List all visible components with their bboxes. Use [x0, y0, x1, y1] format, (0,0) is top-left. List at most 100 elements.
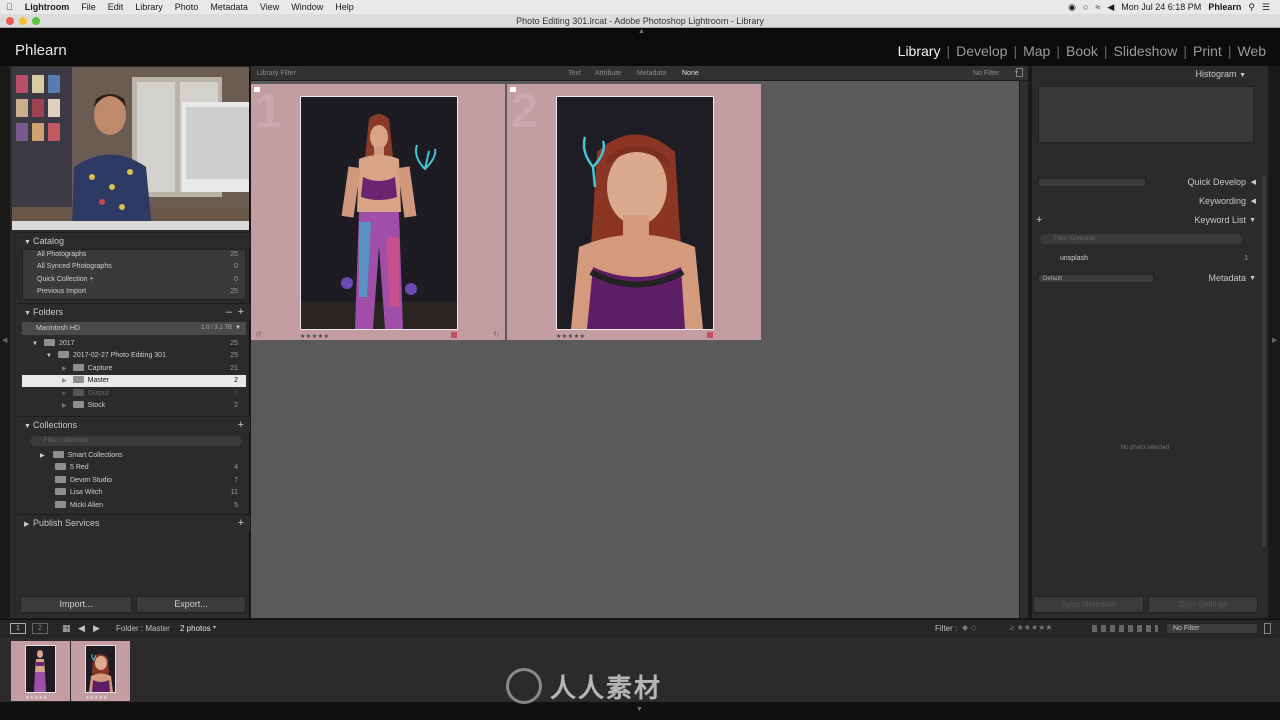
folder-disclosure-icon[interactable]: ▼ [46, 353, 52, 359]
list-icon[interactable]: ☰ [1262, 2, 1270, 13]
folders-header[interactable]: ▼ Folders – + [18, 303, 250, 320]
collapse-right-icon[interactable]: ▶ [1272, 336, 1277, 344]
forward-icon[interactable]: ▶ [93, 623, 100, 634]
collection-row[interactable]: 5 Red 4 [22, 462, 246, 474]
keyword-row[interactable]: unsplash 1 [1032, 253, 1252, 265]
metadata-preset-dropdown[interactable]: Default [1038, 274, 1154, 284]
add-publish-service-icon[interactable]: + [238, 515, 244, 532]
source-path[interactable]: Folder : Master [116, 624, 170, 633]
sync-metadata-button[interactable]: Sync Metadata [1033, 596, 1144, 613]
folder-row-selected[interactable]: ▶ Master 2 [22, 375, 246, 387]
module-map[interactable]: Map [1017, 43, 1056, 59]
close-window-icon[interactable] [6, 17, 14, 25]
user-name[interactable]: Phlearn [1208, 2, 1241, 12]
filter-tab-attribute[interactable]: Attribute [595, 66, 621, 81]
record-icon[interactable]: ◉ [1068, 2, 1076, 13]
color-filter-icons[interactable] [1092, 625, 1158, 632]
second-window-button[interactable]: 2 [32, 623, 48, 634]
folder-row[interactable]: ▼ 2017-02-27 Photo Editing 301 25 [22, 350, 246, 362]
filter-lock-icon[interactable] [1264, 623, 1271, 634]
keywording-header[interactable]: Keywording ◀ [1032, 193, 1258, 210]
folder-disclosure-icon[interactable]: ▶ [62, 391, 67, 397]
rating-stars[interactable]: ★★★★★ [556, 333, 585, 340]
rotate-left-icon[interactable]: ↺ [255, 330, 262, 339]
catalog-item[interactable]: Previous Import 25 [22, 286, 246, 298]
export-button[interactable]: Export... [136, 596, 246, 613]
menu-view[interactable]: View [254, 0, 285, 14]
collection-row[interactable]: Lisa Witch 11 [22, 487, 246, 499]
photo-count-dropdown-icon[interactable]: ▾ [213, 624, 216, 631]
menu-app[interactable]: Lightroom [19, 0, 76, 14]
flag-icon[interactable] [254, 87, 260, 92]
rating-stars[interactable]: ★★★★★ [300, 333, 329, 340]
add-folder-icon[interactable]: + [238, 304, 244, 321]
photo-thumbnail[interactable] [300, 96, 458, 330]
flag-filter-icons[interactable]: ◆ ◇ [962, 623, 977, 632]
folder-row[interactable]: ▼ 2017 25 [22, 338, 246, 350]
lock-icon[interactable] [1016, 68, 1023, 77]
menu-help[interactable]: Help [329, 0, 360, 14]
grid-scrollbar[interactable] [1020, 81, 1028, 618]
collapse-bottom-icon[interactable]: ▼ [636, 706, 643, 713]
add-keyword-icon[interactable]: + [1036, 212, 1042, 229]
photo-thumbnail[interactable] [556, 96, 714, 330]
saved-preset-dropdown[interactable] [1038, 178, 1146, 188]
catalog-item[interactable]: Quick Collection + 0 [22, 274, 246, 286]
collection-row[interactable]: Devon Studio 7 [22, 475, 246, 487]
keyword-list-header[interactable]: + Keyword List ▼ [1032, 212, 1258, 229]
filter-tab-metadata[interactable]: Metadata [637, 66, 666, 81]
collections-header[interactable]: ▼ Collections + [18, 416, 250, 433]
module-book[interactable]: Book [1060, 43, 1104, 59]
menu-metadata[interactable]: Metadata [204, 0, 254, 14]
menu-library[interactable]: Library [129, 0, 169, 14]
module-library[interactable]: Library [892, 43, 947, 59]
filmstrip-thumb[interactable]: ★★★★★ [11, 641, 70, 701]
folder-row[interactable]: ▶ Output 0 [22, 388, 246, 400]
filmstrip-thumb[interactable]: ★★★★★ [71, 641, 130, 701]
photo-count[interactable]: 2 photos [180, 624, 211, 633]
menu-window[interactable]: Window [285, 0, 329, 14]
module-develop[interactable]: Develop [950, 43, 1013, 59]
volume-icon[interactable]: ◀ [1107, 2, 1114, 13]
folder-disclosure-icon[interactable]: ▶ [62, 366, 67, 372]
clock[interactable]: Mon Jul 24 6:18 PM [1121, 2, 1201, 12]
grid-view-icon[interactable]: ▦ [62, 623, 71, 634]
grid-cell[interactable]: 2 ★★★★★ [507, 84, 761, 340]
histogram-header[interactable]: Histogram ▼ [1032, 66, 1258, 83]
minus-icon[interactable]: – [226, 304, 232, 321]
search-icon[interactable]: ⚲ [1248, 2, 1255, 13]
star-filter-icons[interactable]: ≥ ★★★★★ [1010, 623, 1052, 632]
flag-icon[interactable] [510, 87, 516, 92]
sync-settings-button[interactable]: Sync Settings [1148, 596, 1258, 613]
wifi-icon[interactable]: ≈ [1095, 2, 1100, 12]
quick-develop-header[interactable]: Quick Develop ◀ [1032, 174, 1258, 191]
filter-tab-text[interactable]: Text [568, 66, 581, 81]
minimize-window-icon[interactable] [19, 17, 27, 25]
folder-disclosure-icon[interactable]: ▶ [62, 403, 67, 409]
apple-icon[interactable]:  [0, 0, 19, 14]
module-print[interactable]: Print [1187, 43, 1228, 59]
collections-filter-input[interactable]: Filter Collections [30, 436, 242, 446]
collection-row[interactable]: ▶ Smart Collections [22, 450, 246, 462]
filter-tab-none[interactable]: None [682, 66, 699, 81]
add-collection-icon[interactable]: + [238, 417, 244, 434]
folder-row[interactable]: ▶ Stock 2 [22, 400, 246, 412]
menu-edit[interactable]: Edit [102, 0, 130, 14]
keyword-filter-input[interactable]: Filter Keywords [1040, 234, 1242, 244]
zoom-window-icon[interactable] [32, 17, 40, 25]
import-button[interactable]: Import... [20, 596, 132, 613]
collapse-left-icon[interactable]: ◀ [2, 336, 7, 344]
creative-cloud-icon[interactable]: ○ [1083, 2, 1088, 12]
module-slideshow[interactable]: Slideshow [1108, 43, 1184, 59]
collection-disclosure-icon[interactable]: ▶ [40, 453, 45, 459]
menu-file[interactable]: File [75, 0, 102, 14]
catalog-item[interactable]: All Synced Photographs 0 [22, 261, 246, 273]
rotate-right-icon[interactable]: ↻ [493, 330, 500, 339]
module-web[interactable]: Web [1231, 43, 1272, 59]
catalog-item[interactable]: All Photographs 25 [22, 249, 246, 261]
right-panel-scrollbar[interactable] [1262, 176, 1266, 546]
back-icon[interactable]: ◀ [78, 623, 85, 634]
metadata-header[interactable]: Default Metadata ▼ [1032, 270, 1258, 287]
folder-disclosure-icon[interactable]: ▼ [32, 341, 38, 347]
filter-preset[interactable]: No Filter [973, 66, 999, 81]
